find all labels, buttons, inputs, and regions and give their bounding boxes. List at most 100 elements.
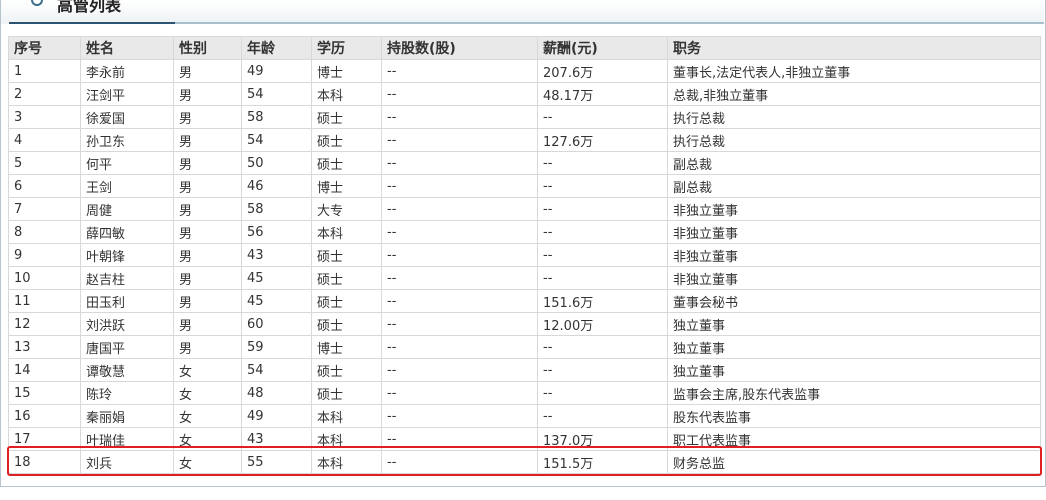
table-row: 15 陈玲女 48 硕士 -- -- 监事会主席,股东代表监事 bbox=[8, 381, 1041, 405]
cell-education: 博士 bbox=[311, 335, 382, 359]
cell-gender: 男 bbox=[173, 243, 242, 267]
cell-education: 本科 bbox=[311, 220, 382, 244]
cell-position: 执行总裁 bbox=[667, 128, 1041, 152]
cell-age: 45 bbox=[241, 289, 312, 313]
cell-salary: -- bbox=[537, 381, 668, 405]
cell-gender: 男 bbox=[173, 82, 242, 106]
cell-shares: -- bbox=[381, 59, 538, 83]
cell-position: 股东代表监事 bbox=[667, 404, 1041, 428]
cell-index: 11 bbox=[8, 289, 81, 313]
cell-education: 硕士 bbox=[311, 105, 382, 129]
cell-age: 56 bbox=[241, 220, 312, 244]
cell-shares: -- bbox=[381, 266, 538, 290]
cell-position: 非独立董事 bbox=[667, 266, 1041, 290]
cell-age: 60 bbox=[241, 312, 312, 336]
cell-gender: 男 bbox=[173, 312, 242, 336]
cell-shares: -- bbox=[381, 335, 538, 359]
table-row: 4 孙卫东男 54 硕士 -- 127.6万 执行总裁 bbox=[8, 128, 1041, 152]
header-underline-active bbox=[9, 22, 175, 24]
cell-index: 15 bbox=[8, 381, 81, 405]
cell-education: 本科 bbox=[311, 404, 382, 428]
cell-age: 43 bbox=[241, 243, 312, 267]
cell-name: 孙卫东 bbox=[80, 128, 174, 152]
cell-shares: -- bbox=[381, 128, 538, 152]
circle-icon bbox=[31, 0, 43, 6]
column-header-position: 职务 bbox=[667, 36, 1041, 60]
cell-name: 刘洪跃 bbox=[80, 312, 174, 336]
cell-shares: -- bbox=[381, 381, 538, 405]
cell-shares: -- bbox=[381, 197, 538, 221]
cell-index: 1 bbox=[8, 59, 81, 83]
cell-gender: 男 bbox=[173, 151, 242, 175]
column-header-index: 序号 bbox=[8, 36, 81, 60]
cell-name: 何平 bbox=[80, 151, 174, 175]
executives-table: 序号 姓名 性别 年龄 学历 持股数(股) 薪酬(元) 职务 1 李永前男 49 博士 -- 207.6… bbox=[8, 36, 1041, 474]
cell-salary: -- bbox=[537, 266, 668, 290]
cell-age: 49 bbox=[241, 59, 312, 83]
cell-shares: -- bbox=[381, 82, 538, 106]
cell-name: 汪剑平 bbox=[80, 82, 174, 106]
cell-education: 博士 bbox=[311, 174, 382, 198]
cell-index: 13 bbox=[8, 335, 81, 359]
cell-index: 6 bbox=[8, 174, 81, 198]
column-header-salary: 薪酬(元) bbox=[537, 36, 668, 60]
cell-position: 非独立董事 bbox=[667, 243, 1041, 267]
table-row: 6 王剑男 46 博士 -- -- 副总裁 bbox=[8, 174, 1041, 198]
cell-index: 14 bbox=[8, 358, 81, 382]
cell-salary: -- bbox=[537, 174, 668, 198]
cell-salary: -- bbox=[537, 404, 668, 428]
cell-age: 48 bbox=[241, 381, 312, 405]
cell-name: 秦丽娟 bbox=[80, 404, 174, 428]
cell-shares: -- bbox=[381, 220, 538, 244]
cell-gender: 男 bbox=[173, 174, 242, 198]
table-row: 16 秦丽娟女 49 本科 -- -- 股东代表监事 bbox=[8, 404, 1041, 428]
cell-index: 9 bbox=[8, 243, 81, 267]
cell-gender: 男 bbox=[173, 59, 242, 83]
column-header-age: 年龄 bbox=[241, 36, 312, 60]
table-row: 11 田玉利男 45 硕士 -- 151.6万 董事会秘书 bbox=[8, 289, 1041, 313]
cell-age: 54 bbox=[241, 128, 312, 152]
cell-shares: -- bbox=[381, 105, 538, 129]
cell-name: 徐爱国 bbox=[80, 105, 174, 129]
column-header-gender: 性别 bbox=[173, 36, 242, 60]
cell-education: 硕士 bbox=[311, 266, 382, 290]
cell-age: 59 bbox=[241, 335, 312, 359]
cell-position: 副总裁 bbox=[667, 151, 1041, 175]
cell-gender: 男 bbox=[173, 105, 242, 129]
cell-gender: 男 bbox=[173, 220, 242, 244]
cell-education: 硕士 bbox=[311, 358, 382, 382]
cell-age: 50 bbox=[241, 151, 312, 175]
table-row: 3 徐爱国男 58 硕士 -- -- 执行总裁 bbox=[8, 105, 1041, 129]
cell-position: 总裁,非独立董事 bbox=[667, 82, 1041, 106]
cell-education: 硕士 bbox=[311, 381, 382, 405]
cell-shares: -- bbox=[381, 358, 538, 382]
cell-age: 45 bbox=[241, 266, 312, 290]
cell-name: 薛四敏 bbox=[80, 220, 174, 244]
table-row: 1 李永前男 49 博士 -- 207.6万 董事长,法定代表人,非独立董事 bbox=[8, 59, 1041, 83]
cell-name: 叶朝锋 bbox=[80, 243, 174, 267]
cell-salary: -- bbox=[537, 243, 668, 267]
cell-name: 田玉利 bbox=[80, 289, 174, 313]
column-header-shares: 持股数(股) bbox=[381, 36, 538, 60]
table-row: 10 赵吉柱男 45 硕士 -- -- 非独立董事 bbox=[8, 266, 1041, 290]
cell-education: 大专 bbox=[311, 197, 382, 221]
cell-salary: 207.6万 bbox=[537, 59, 668, 83]
cell-position: 独立董事 bbox=[667, 335, 1041, 359]
cell-education: 硕士 bbox=[311, 289, 382, 313]
cell-salary: 48.17万 bbox=[537, 82, 668, 106]
cell-gender: 男 bbox=[173, 128, 242, 152]
table-row: 2 汪剑平男 54 本科 -- 48.17万 总裁,非独立董事 bbox=[8, 82, 1041, 106]
cell-salary: -- bbox=[537, 105, 668, 129]
cell-name: 谭敬慧 bbox=[80, 358, 174, 382]
cell-salary: -- bbox=[537, 358, 668, 382]
cell-position: 独立董事 bbox=[667, 312, 1041, 336]
cell-position: 非独立董事 bbox=[667, 197, 1041, 221]
cell-name: 周健 bbox=[80, 197, 174, 221]
cell-index: 2 bbox=[8, 82, 81, 106]
cell-position: 独立董事 bbox=[667, 358, 1041, 382]
cell-index: 10 bbox=[8, 266, 81, 290]
cell-education: 硕士 bbox=[311, 312, 382, 336]
table-header-row: 序号 姓名 性别 年龄 学历 持股数(股) 薪酬(元) 职务 bbox=[8, 36, 1041, 60]
cell-shares: -- bbox=[381, 174, 538, 198]
cell-index: 8 bbox=[8, 220, 81, 244]
